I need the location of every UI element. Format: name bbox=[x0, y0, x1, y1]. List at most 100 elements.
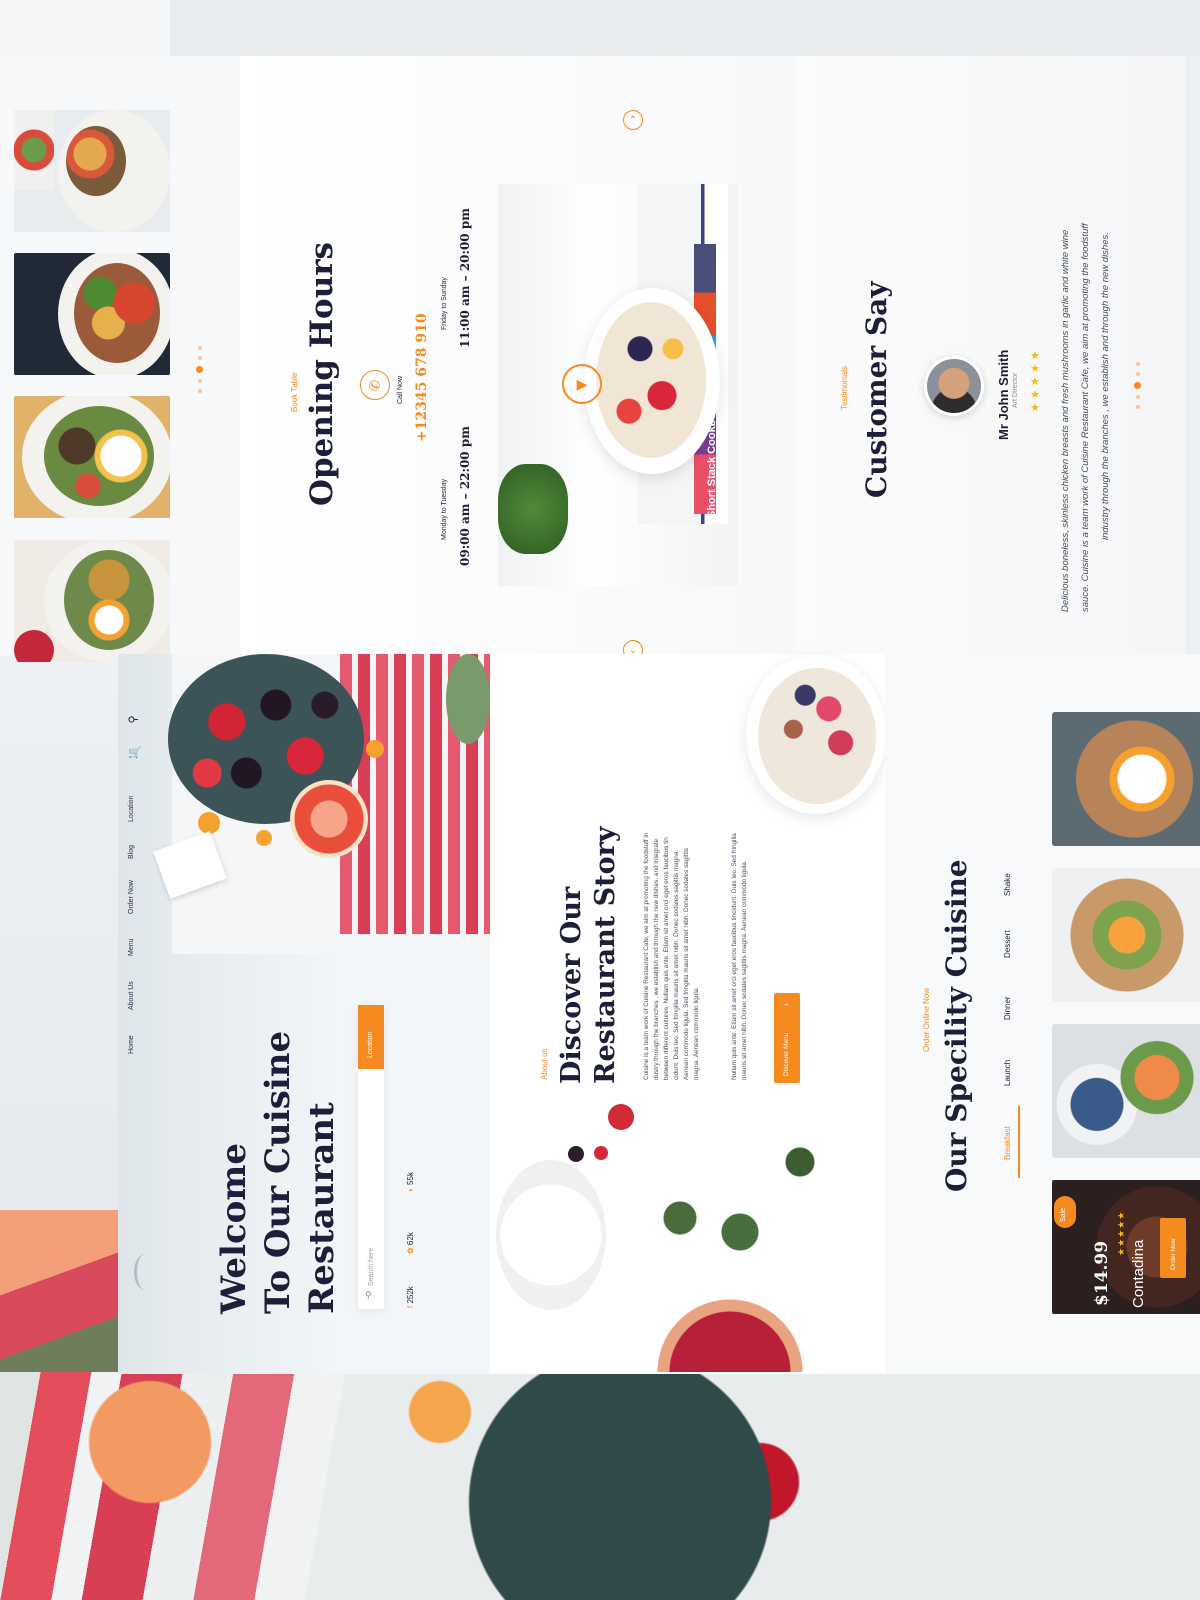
berry-pie bbox=[650, 1272, 810, 1372]
pagination-dot[interactable] bbox=[1135, 405, 1140, 409]
apricot bbox=[366, 740, 384, 758]
search-icon[interactable]: ⚲ bbox=[127, 715, 140, 723]
promo-rating: ★★★★★ bbox=[1116, 1211, 1127, 1256]
customer-rating: ★ ★ ★ ★ ★ bbox=[1030, 350, 1040, 414]
dish-card[interactable] bbox=[1052, 1024, 1200, 1158]
about-paragraph-1-line-6: magna. Aenean commodo ligula. bbox=[693, 986, 700, 1080]
weekend-label: Friday to Sunday bbox=[441, 277, 448, 330]
about-kicker: About us bbox=[540, 1048, 549, 1080]
customer-role: Art Director bbox=[1012, 372, 1019, 408]
twitter-icon: ✿ bbox=[406, 1245, 415, 1254]
nav-item-blog[interactable]: Blog bbox=[128, 845, 135, 859]
pagination-dot-active[interactable] bbox=[196, 366, 203, 373]
background-side bbox=[0, 700, 120, 1220]
phone-number[interactable]: +12345 678 910 bbox=[414, 313, 430, 442]
twitter-count-value: 62k bbox=[406, 1232, 415, 1246]
nav-item-order[interactable]: Order Now bbox=[128, 880, 135, 914]
star-icon: ★ bbox=[1030, 389, 1040, 401]
promo-price: $14.99 bbox=[1092, 1240, 1112, 1306]
about-title-line-2: Restaurant Story bbox=[590, 826, 621, 1084]
thumbnail-food-2[interactable] bbox=[14, 253, 170, 375]
customer-avatar bbox=[924, 356, 984, 416]
nav-item-home[interactable]: Home bbox=[128, 1035, 135, 1054]
thumbnail-pagination[interactable] bbox=[196, 346, 203, 393]
pagination-dot[interactable] bbox=[1135, 372, 1140, 376]
leaf bbox=[446, 654, 490, 744]
apricot bbox=[256, 830, 272, 846]
star-icon: ★ bbox=[1116, 1228, 1126, 1238]
promo-dish-name: Contadina bbox=[1130, 1239, 1147, 1308]
tab-shake[interactable]: Shake bbox=[1003, 873, 1012, 896]
plant bbox=[498, 464, 568, 554]
star-icon: ★ bbox=[1030, 350, 1040, 362]
thumbnail-food-1[interactable] bbox=[14, 110, 170, 232]
star-icon: ★ bbox=[1030, 376, 1040, 388]
cart-icon[interactable]: 🛒 bbox=[128, 746, 142, 759]
facebook-icon: f bbox=[406, 1303, 415, 1308]
nav-item-location[interactable]: Location bbox=[128, 796, 135, 822]
specialty-kicker: Order Online Now bbox=[922, 987, 931, 1052]
pagination-dot[interactable] bbox=[197, 379, 202, 383]
testimonials-title: Customer Say bbox=[860, 281, 893, 498]
sale-badge-label: Sale bbox=[1060, 1207, 1067, 1222]
about-paragraph-1-line-5: Aenean commodo ligula. Sed fringilla mau… bbox=[683, 848, 690, 1080]
star-icon: ★ bbox=[1116, 1237, 1126, 1247]
pagination-dot[interactable] bbox=[1135, 395, 1140, 399]
instagram-count[interactable]: ◐ 55k bbox=[406, 1172, 415, 1192]
cookbook-title: Short Stack Cookbook bbox=[706, 400, 718, 518]
search-placeholder: Search here bbox=[368, 1247, 375, 1286]
pagination-dot[interactable] bbox=[197, 346, 202, 350]
hero-title-line-2: To Our Cuisine bbox=[258, 1030, 298, 1314]
teapot bbox=[496, 1160, 606, 1310]
tab-dinner[interactable]: Dinner bbox=[1003, 996, 1012, 1020]
star-icon: ★ bbox=[1116, 1210, 1126, 1220]
blackberry bbox=[568, 1146, 584, 1162]
pagination-dot[interactable] bbox=[197, 389, 202, 393]
quote-line-1: Delicious boneless, skinless chicken bre… bbox=[1060, 229, 1071, 612]
strawberry bbox=[608, 1104, 634, 1130]
hours-kicker: Book Table bbox=[290, 372, 299, 412]
about-paragraph-1-line-1: Cuisine is a team work of Cuisine Restau… bbox=[643, 832, 650, 1080]
thumbnail-food-3[interactable] bbox=[14, 396, 170, 518]
star-icon: ★ bbox=[1116, 1219, 1126, 1229]
dish-card[interactable] bbox=[1052, 712, 1200, 846]
twitter-count[interactable]: ✿ 62k bbox=[406, 1232, 415, 1254]
tab-dessert[interactable]: Dessert bbox=[1003, 930, 1012, 958]
star-icon: ★ bbox=[1030, 363, 1040, 375]
facebook-count-value: 252k bbox=[406, 1286, 415, 1304]
chevron-up-icon[interactable]: ⌃ bbox=[623, 110, 643, 130]
background-flowers-image bbox=[0, 1210, 120, 1380]
nav-item-menu[interactable]: Menu bbox=[128, 938, 135, 956]
about-paragraph-2-line-1: Nullam quis ante. Etiam sit amet orci eg… bbox=[731, 833, 738, 1080]
brand-logo[interactable] bbox=[134, 1254, 156, 1290]
oatmeal-berries bbox=[758, 668, 876, 804]
pagination-dot[interactable] bbox=[197, 356, 202, 360]
flowers bbox=[640, 1120, 840, 1260]
testimonials-kicker: Testimonials bbox=[840, 365, 849, 410]
play-icon[interactable]: ▶ bbox=[562, 364, 602, 404]
about-paragraph-1-line-2: dustry through the branches , we establi… bbox=[653, 838, 660, 1080]
order-now-label: Order Now bbox=[1170, 1238, 1177, 1270]
instagram-count-value: 55k bbox=[406, 1172, 415, 1185]
about-paragraph-2-line-2: mauris sit amet nibh. Donec sodales sagi… bbox=[741, 860, 748, 1080]
chevron-down-icon: ▾ bbox=[369, 1106, 376, 1110]
arrow-right-icon: → bbox=[782, 999, 790, 1008]
call-now-label: Call Now bbox=[397, 375, 404, 404]
pagination-dot-active[interactable] bbox=[1134, 382, 1141, 389]
weekday-label: Monday to Tuesday bbox=[441, 478, 448, 540]
cookbook-photo: Short Stack Cookbook bbox=[498, 184, 738, 586]
background-fruit-image bbox=[0, 1372, 1200, 1600]
facebook-count[interactable]: f 252k bbox=[406, 1286, 415, 1308]
testimonials-pagination[interactable] bbox=[1134, 362, 1141, 409]
quote-line-3: industry through the branches , we estab… bbox=[1100, 232, 1111, 540]
pagination-dot[interactable] bbox=[1135, 362, 1140, 366]
about-paragraph-1-line-4: cidunt. Duis leo. Sed fringilla mauris s… bbox=[673, 849, 680, 1080]
tab-launch[interactable]: Launch bbox=[1003, 1060, 1012, 1086]
phone-icon[interactable]: ✆ bbox=[360, 370, 390, 400]
dish-card[interactable] bbox=[1052, 868, 1200, 1002]
tab-breakfast[interactable]: Breakfast bbox=[1003, 1126, 1012, 1160]
thumbnail-food-4[interactable] bbox=[14, 540, 170, 662]
nav-item-about[interactable]: About Us bbox=[128, 981, 135, 1010]
customer-name: Mr John Smith bbox=[996, 349, 1011, 440]
weekday-time: 09:00 am – 22:00 pm bbox=[458, 426, 472, 566]
